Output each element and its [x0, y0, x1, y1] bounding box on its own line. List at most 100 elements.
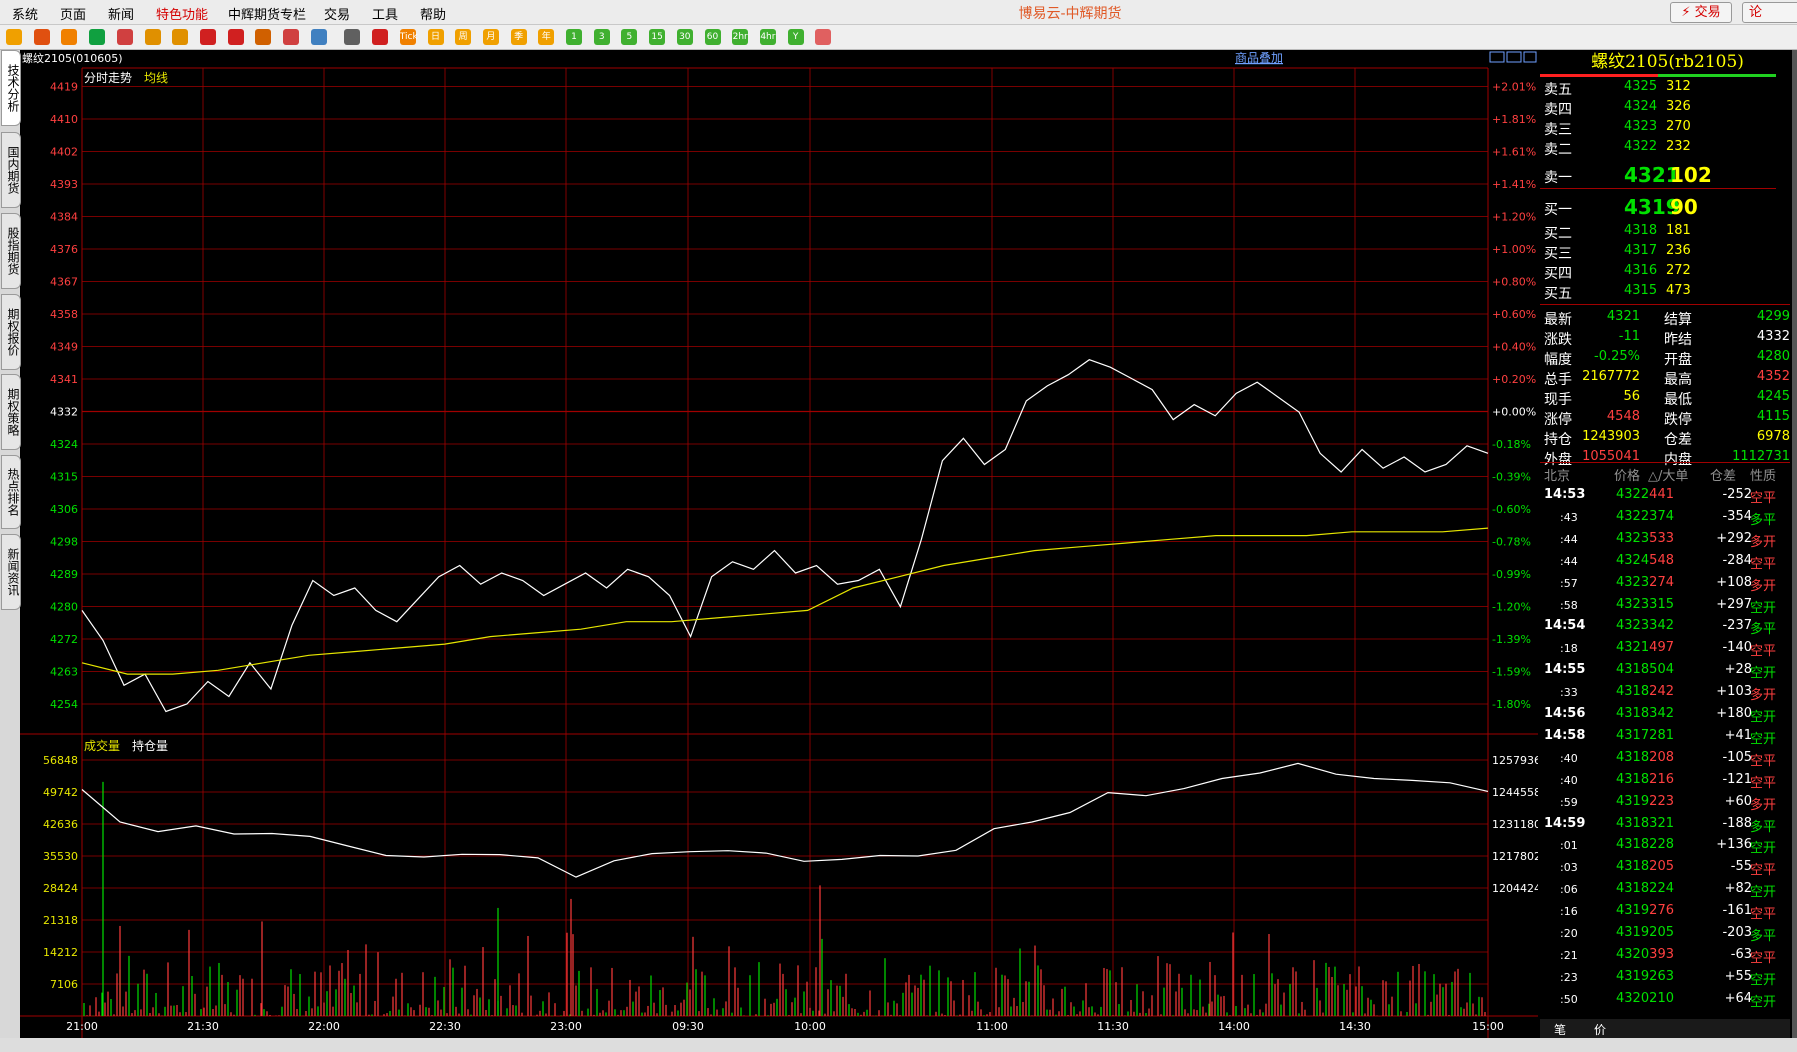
tick-time: 14:55 [1544, 662, 1586, 678]
week-icon[interactable]: 周 [455, 29, 472, 45]
time-tick: 21:00 [66, 1020, 98, 1033]
forum-button[interactable]: 论 [1742, 2, 1797, 23]
menu-column[interactable]: 中辉期货专栏 [228, 4, 306, 23]
tick-oi-diff: -284 [1722, 552, 1752, 568]
min1-icon[interactable]: 1 [566, 29, 582, 45]
bid-label: 买四 [1544, 266, 1572, 282]
year-icon[interactable]: 年 [538, 29, 555, 45]
price-tick: 4410 [50, 113, 78, 126]
tick-time: :33 [1560, 686, 1578, 700]
tick-icon[interactable]: Tick [399, 29, 418, 45]
menu-trade[interactable]: 交易 [324, 4, 350, 23]
home-icon[interactable] [33, 29, 50, 45]
tick-row: 14:59 4318 321 -188 多平 [1540, 815, 1790, 835]
day-icon[interactable]: 日 [427, 29, 444, 45]
time-tick: 10:00 [794, 1020, 826, 1033]
price-tick: 4349 [50, 341, 78, 354]
chart-icon[interactable] [372, 29, 389, 45]
color-icon[interactable] [199, 29, 216, 45]
zoom-in-icon[interactable] [144, 29, 161, 45]
tick-oi-diff: +136 [1716, 837, 1752, 853]
min4h-icon[interactable]: 4hr [759, 29, 776, 45]
time-tick: 14:30 [1339, 1020, 1371, 1033]
tick-vol: 342 [1649, 706, 1674, 721]
price-tick: 4367 [50, 276, 78, 289]
menu-news[interactable]: 新闻 [108, 4, 134, 23]
menu-special[interactable]: 特色功能 [156, 4, 208, 23]
min30-icon[interactable]: 30 [676, 29, 693, 45]
side-tab-6[interactable]: 新闻资讯 [1, 534, 21, 610]
pct-tick: -1.59% [1492, 666, 1531, 679]
tick-price: 4318 [1616, 881, 1650, 897]
quote-tab-0[interactable]: 笔 [1554, 1021, 1566, 1038]
brush-icon[interactable] [255, 29, 272, 45]
tick-vol: 274 [1649, 574, 1674, 590]
side-tab-3[interactable]: 期权报价 [1, 294, 21, 370]
min3-icon[interactable]: 3 [593, 29, 610, 45]
tick-oi-diff: +55 [1724, 968, 1752, 984]
quote-tab-1[interactable]: 价 [1594, 1021, 1606, 1038]
menu-page[interactable]: 页面 [60, 4, 86, 23]
menu-tools[interactable]: 工具 [372, 4, 398, 23]
pct-tick: -0.60% [1492, 503, 1531, 516]
side-tab-5[interactable]: 热点排名 [1, 455, 21, 529]
pct-tick: -0.39% [1492, 471, 1531, 484]
month-icon[interactable]: 月 [482, 29, 499, 45]
side-tab-2[interactable]: 股指期货 [1, 213, 21, 289]
pct-tick: -0.78% [1492, 536, 1531, 549]
quarter-icon[interactable]: 季 [510, 29, 527, 45]
pct-tick: +0.40% [1492, 341, 1536, 354]
menu-help[interactable]: 帮助 [420, 4, 446, 23]
tick-price: 4321 [1616, 640, 1650, 656]
tick-time: :01 [1560, 839, 1578, 853]
ask-vol: 102 [1670, 163, 1712, 187]
tick-price: 4319 [1616, 925, 1650, 940]
min60-icon[interactable]: 60 [704, 29, 721, 45]
price-tick: 4298 [50, 536, 78, 549]
tick-row: :01 4318 228 +136 空开 [1540, 836, 1790, 856]
tick-time: :23 [1560, 970, 1578, 984]
calculator-icon[interactable] [815, 29, 832, 45]
funnel-icon[interactable] [283, 29, 299, 45]
min2h-icon[interactable]: 2hr [732, 29, 749, 45]
quote-scrollbar[interactable] [1792, 50, 1797, 1038]
side-tab-1[interactable]: 国内期货 [1, 132, 21, 208]
menu-system[interactable]: 系统 [12, 4, 38, 23]
ask-vol: 326 [1666, 99, 1691, 114]
overlay-button[interactable]: 商品叠加 [1235, 50, 1283, 65]
tick-time: :44 [1560, 554, 1578, 568]
custom-icon[interactable]: Y [787, 29, 804, 45]
tick-vol: 205 [1649, 925, 1674, 940]
price-tick: 4263 [50, 666, 78, 679]
ask-vol: 232 [1666, 139, 1691, 154]
volume-tick: 7106 [50, 978, 78, 991]
tick-price: 4323 [1616, 596, 1650, 612]
price-tick: 4306 [50, 503, 78, 516]
back-icon[interactable] [6, 29, 22, 45]
tick-oi-diff: +64 [1724, 990, 1752, 1006]
tick-row: 14:55 4318 504 +28 空开 [1540, 661, 1790, 681]
draw-icon[interactable] [227, 29, 244, 45]
min5-icon[interactable]: 5 [621, 29, 638, 45]
tick-price: 4318 [1616, 684, 1650, 700]
price-tick: 4324 [50, 438, 78, 451]
tick-vol: 548 [1649, 552, 1674, 568]
table-icon[interactable] [344, 29, 361, 45]
book-divider [1540, 188, 1776, 189]
tick-vol: 224 [1649, 881, 1674, 897]
side-tab-0[interactable]: 技术分析 [1, 50, 21, 126]
window-icon[interactable] [116, 29, 133, 45]
trade-button[interactable]: ⚡ 交易 [1670, 2, 1732, 23]
tick-price: 4318 [1616, 859, 1650, 875]
refresh-icon[interactable] [89, 29, 106, 45]
price-tick: 4254 [50, 698, 78, 711]
min15-icon[interactable]: 15 [649, 29, 666, 45]
tick-vol: 228 [1649, 837, 1674, 853]
folder-icon[interactable] [61, 29, 78, 45]
signal-icon[interactable] [310, 29, 327, 45]
side-tab-4[interactable]: 期权策略 [1, 374, 21, 450]
tick-vol: 281 [1649, 727, 1674, 743]
stat-label: 最新 [1544, 312, 1572, 328]
zoom-out-icon[interactable] [172, 29, 189, 45]
tick-header-cell: △/大单 [1648, 469, 1689, 484]
